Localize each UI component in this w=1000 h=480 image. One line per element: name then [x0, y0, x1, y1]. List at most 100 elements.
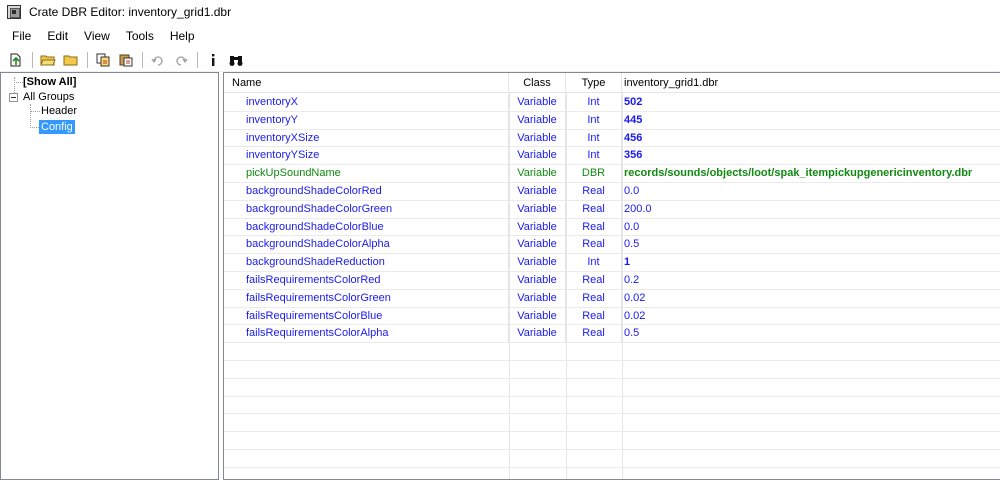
window-title: Crate DBR Editor: inventory_grid1.dbr [29, 5, 232, 19]
empty-row [224, 397, 1000, 415]
variable-name[interactable]: backgroundShadeColorGreen [224, 200, 509, 219]
empty-row [224, 432, 1000, 450]
variable-value[interactable]: 502 [622, 94, 1000, 111]
group-tree[interactable]: [Show All] All Groups Header Config [0, 72, 219, 480]
table-row[interactable]: backgroundShadeColorBlue Variable Real 0.0 [224, 218, 1000, 237]
variable-value[interactable]: 456 [622, 130, 1000, 147]
variable-class: Variable [509, 325, 566, 344]
toolbar-separator [142, 51, 143, 68]
tree-node-all-groups[interactable]: All Groups [23, 90, 74, 104]
variable-name[interactable]: backgroundShadeReduction [224, 254, 509, 273]
table-row[interactable]: failsRequirementsColorRed Variable Real 0.2 [224, 271, 1000, 290]
variable-value[interactable]: 0.02 [622, 290, 1000, 307]
title-bar: Crate DBR Editor: inventory_grid1.dbr [0, 0, 1000, 24]
empty-row [224, 379, 1000, 397]
variable-class: Variable [509, 200, 566, 219]
table-row[interactable]: inventoryYSize Variable Int 356 [224, 147, 1000, 166]
variable-name[interactable]: failsRequirementsColorBlue [224, 307, 509, 326]
variable-type: Real [566, 200, 622, 219]
variable-name[interactable]: failsRequirementsColorRed [224, 271, 509, 290]
variable-name[interactable]: inventoryX [224, 94, 509, 112]
table-row[interactable]: inventoryXSize Variable Int 456 [224, 129, 1000, 148]
variable-name[interactable]: inventoryY [224, 111, 509, 130]
tree-node-header[interactable]: Header [41, 104, 77, 118]
grid-header: Name Class Type inventory_grid1.dbr [224, 73, 1000, 93]
variable-value[interactable]: records/sounds/objects/loot/spak_itempic… [622, 165, 1000, 182]
menu-view[interactable]: View [76, 26, 118, 46]
column-header-class[interactable]: Class [509, 73, 566, 93]
empty-row [224, 450, 1000, 468]
table-row[interactable]: inventoryY Variable Int 445 [224, 111, 1000, 130]
variable-value[interactable]: 0.5 [622, 236, 1000, 253]
menu-edit[interactable]: Edit [39, 26, 76, 46]
variable-type: Real [566, 218, 622, 237]
table-row[interactable]: pickUpSoundName Variable DBR records/sounds… [224, 165, 1000, 184]
table-row[interactable]: inventoryX Variable Int 502 [224, 94, 1000, 112]
variable-value[interactable]: 0.0 [622, 219, 1000, 236]
column-header-name[interactable]: Name [224, 73, 509, 93]
app-icon [7, 5, 21, 19]
variable-type: Real [566, 271, 622, 290]
empty-row [224, 468, 1000, 479]
undo-icon[interactable] [148, 50, 168, 70]
menu-tools[interactable]: Tools [118, 26, 162, 46]
variable-value[interactable]: 445 [622, 112, 1000, 129]
new-folder-icon[interactable] [61, 50, 81, 70]
variable-value[interactable]: 0.5 [622, 325, 1000, 342]
variable-value[interactable]: 200.0 [622, 201, 1000, 218]
open-record-icon[interactable] [6, 50, 26, 70]
variable-value[interactable]: 356 [622, 147, 1000, 164]
variable-name[interactable]: failsRequirementsColorGreen [224, 289, 509, 308]
variable-class: Variable [509, 271, 566, 290]
variable-class: Variable [509, 218, 566, 237]
variable-name[interactable]: backgroundShadeColorBlue [224, 218, 509, 237]
variable-type: DBR [566, 165, 622, 184]
column-header-file[interactable]: inventory_grid1.dbr [622, 73, 1000, 93]
empty-row [224, 361, 1000, 379]
variable-value[interactable]: 1 [622, 254, 1000, 271]
menu-file[interactable]: File [4, 26, 39, 46]
info-icon[interactable] [203, 50, 223, 70]
toolbar-separator [87, 51, 88, 68]
variable-value[interactable]: 0.0 [622, 183, 1000, 200]
variable-class: Variable [509, 165, 566, 184]
variable-class: Variable [509, 147, 566, 166]
table-row[interactable]: failsRequirementsColorBlue Variable Real 0.… [224, 307, 1000, 326]
variable-value[interactable]: 0.02 [622, 308, 1000, 325]
variable-type: Int [566, 94, 622, 112]
open-folder-icon[interactable] [38, 50, 58, 70]
variable-name[interactable]: backgroundShadeColorAlpha [224, 236, 509, 255]
toolbar-separator [32, 51, 33, 68]
variable-name[interactable]: failsRequirementsColorAlpha [224, 325, 509, 344]
table-row[interactable]: failsRequirementsColorAlpha Variable Real 0… [224, 325, 1000, 344]
table-row[interactable]: backgroundShadeColorRed Variable Real 0.0 [224, 182, 1000, 201]
paste-icon[interactable] [116, 50, 136, 70]
variable-type: Real [566, 325, 622, 344]
variable-value[interactable]: 0.2 [622, 272, 1000, 289]
variable-type: Real [566, 182, 622, 201]
variable-name[interactable]: inventoryXSize [224, 129, 509, 148]
table-row[interactable]: backgroundShadeColorAlpha Variable Real 0.5 [224, 236, 1000, 255]
property-grid: Name Class Type inventory_grid1.dbr inve… [223, 72, 1000, 480]
variable-name[interactable]: inventoryYSize [224, 147, 509, 166]
variable-name[interactable]: pickUpSoundName [224, 165, 509, 184]
find-icon[interactable] [226, 50, 246, 70]
toolbar-separator [197, 51, 198, 68]
variable-name[interactable]: backgroundShadeColorRed [224, 182, 509, 201]
tree-node-show-all[interactable]: [Show All] [23, 75, 76, 89]
menu-help[interactable]: Help [162, 26, 203, 46]
column-header-type[interactable]: Type [566, 73, 622, 93]
variable-type: Real [566, 307, 622, 326]
collapse-icon[interactable] [9, 93, 18, 102]
variable-type: Int [566, 147, 622, 166]
copy-icon[interactable] [93, 50, 113, 70]
variable-class: Variable [509, 307, 566, 326]
variable-class: Variable [509, 111, 566, 130]
table-row[interactable]: backgroundShadeReduction Variable Int 1 [224, 254, 1000, 273]
variable-type: Int [566, 129, 622, 148]
table-row[interactable]: backgroundShadeColorGreen Variable Real 200… [224, 200, 1000, 219]
tree-node-config[interactable]: Config [39, 120, 75, 134]
table-row[interactable]: failsRequirementsColorGreen Variable Real 0… [224, 289, 1000, 308]
variable-class: Variable [509, 236, 566, 255]
redo-icon[interactable] [171, 50, 191, 70]
